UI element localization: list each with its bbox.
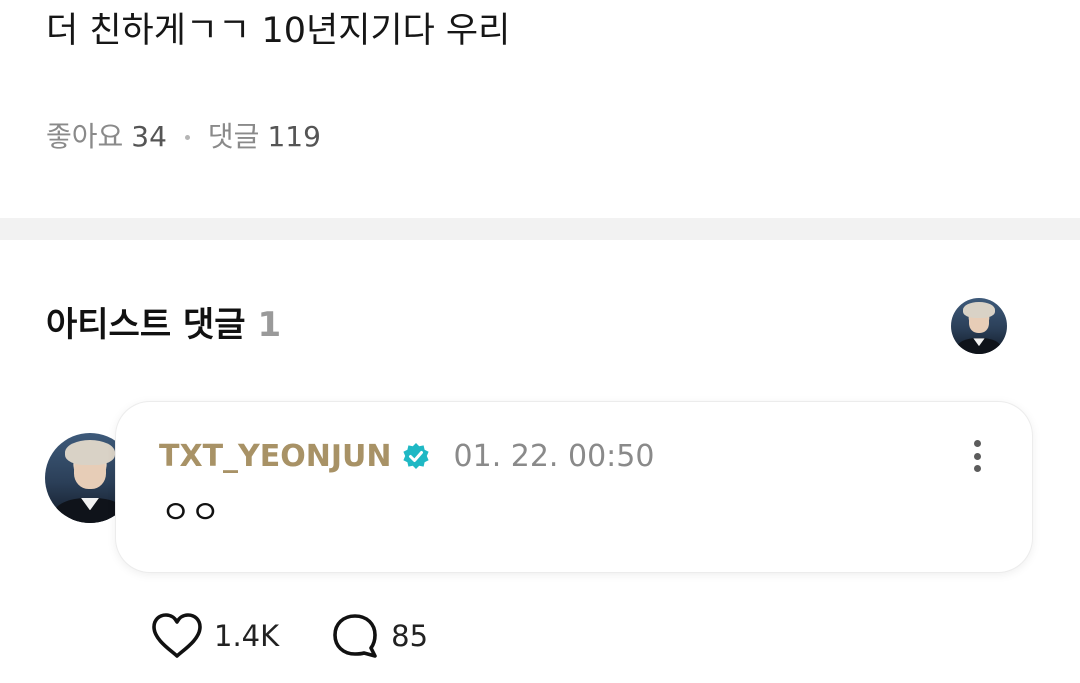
comment-text: ㅇㅇ — [161, 493, 220, 531]
comments-count[interactable]: 119 — [267, 116, 320, 158]
likes-label[interactable]: 좋아요 — [46, 116, 123, 158]
comments-label[interactable]: 댓글 — [208, 116, 260, 158]
reply-button[interactable]: 85 — [331, 612, 428, 660]
post-body-text: 더 친하게ㄱㄱ 10년지기다 우리 — [46, 11, 511, 51]
separator-dot — [184, 134, 190, 140]
comment-header: TXT_YEONJUN 01. 22. 00:50 — [159, 436, 654, 478]
comment-timestamp: 01. 22. 00:50 — [453, 439, 655, 474]
verified-badge-icon — [400, 441, 432, 473]
post-detail-page: 더 친하게ㄱㄱ 10년지기다 우리 좋아요 34 댓글 119 아티스트 댓글 1… — [0, 0, 1080, 683]
artist-avatar-small[interactable] — [951, 298, 1007, 354]
comment-author-name[interactable]: TXT_YEONJUN — [159, 436, 392, 478]
artist-comments-title: 아티스트 댓글 — [46, 305, 246, 345]
artist-comment-card[interactable]: TXT_YEONJUN 01. 22. 00:50 ㅇㅇ — [116, 402, 1032, 572]
artist-comments-count: 1 — [257, 305, 282, 345]
reply-count: 85 — [391, 619, 429, 653]
comment-actions: 1.4K 85 — [150, 612, 480, 660]
heart-icon — [150, 612, 204, 660]
post-stats: 좋아요 34 댓글 119 — [46, 116, 321, 158]
like-count: 1.4K — [214, 619, 280, 653]
more-vertical-icon[interactable] — [962, 436, 992, 476]
section-divider — [0, 218, 1080, 240]
like-button[interactable]: 1.4K — [150, 612, 279, 660]
speech-bubble-icon — [331, 612, 381, 660]
artist-comments-header: 아티스트 댓글 1 — [46, 300, 281, 350]
likes-count[interactable]: 34 — [131, 116, 167, 158]
